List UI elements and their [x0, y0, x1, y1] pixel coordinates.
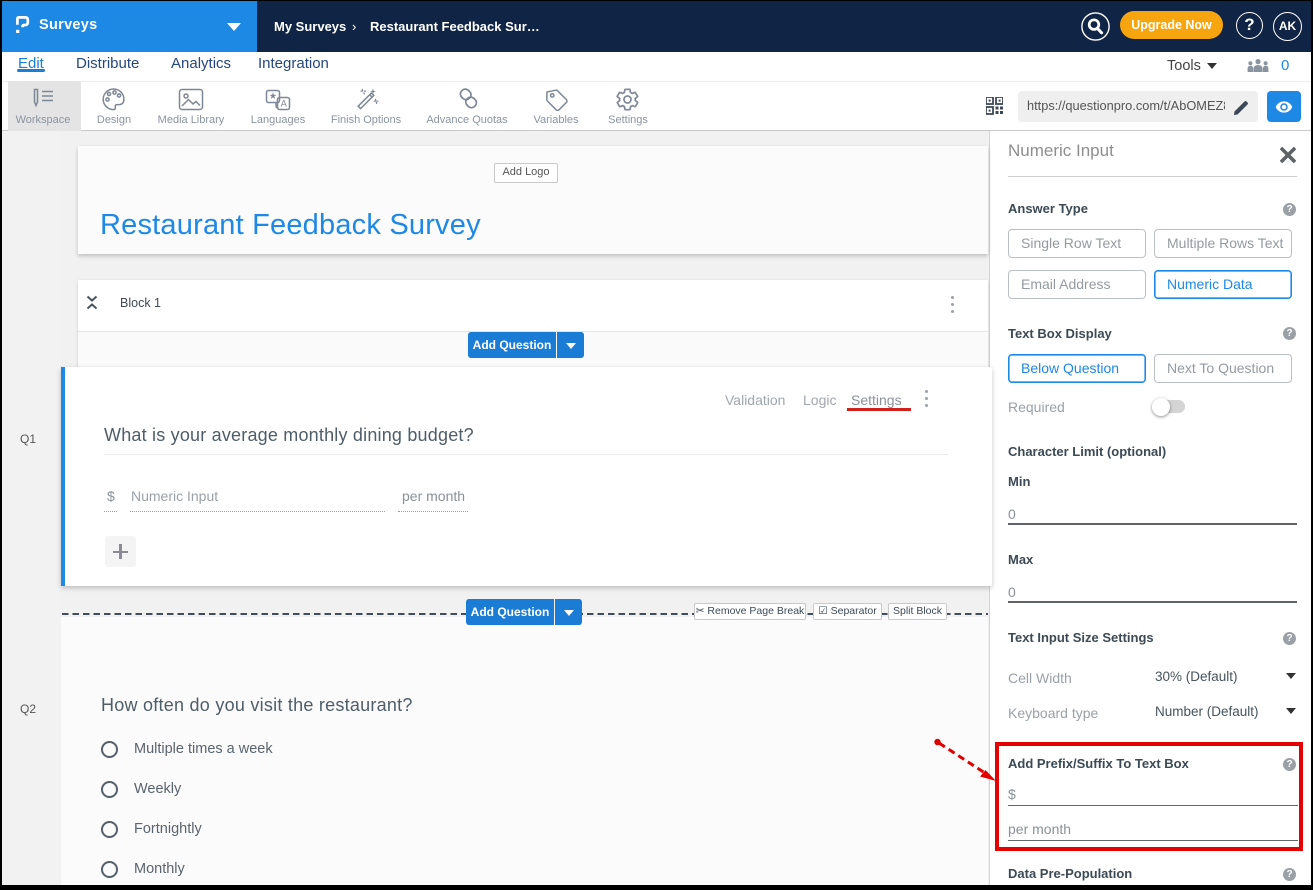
svg-text:A: A [281, 99, 287, 109]
